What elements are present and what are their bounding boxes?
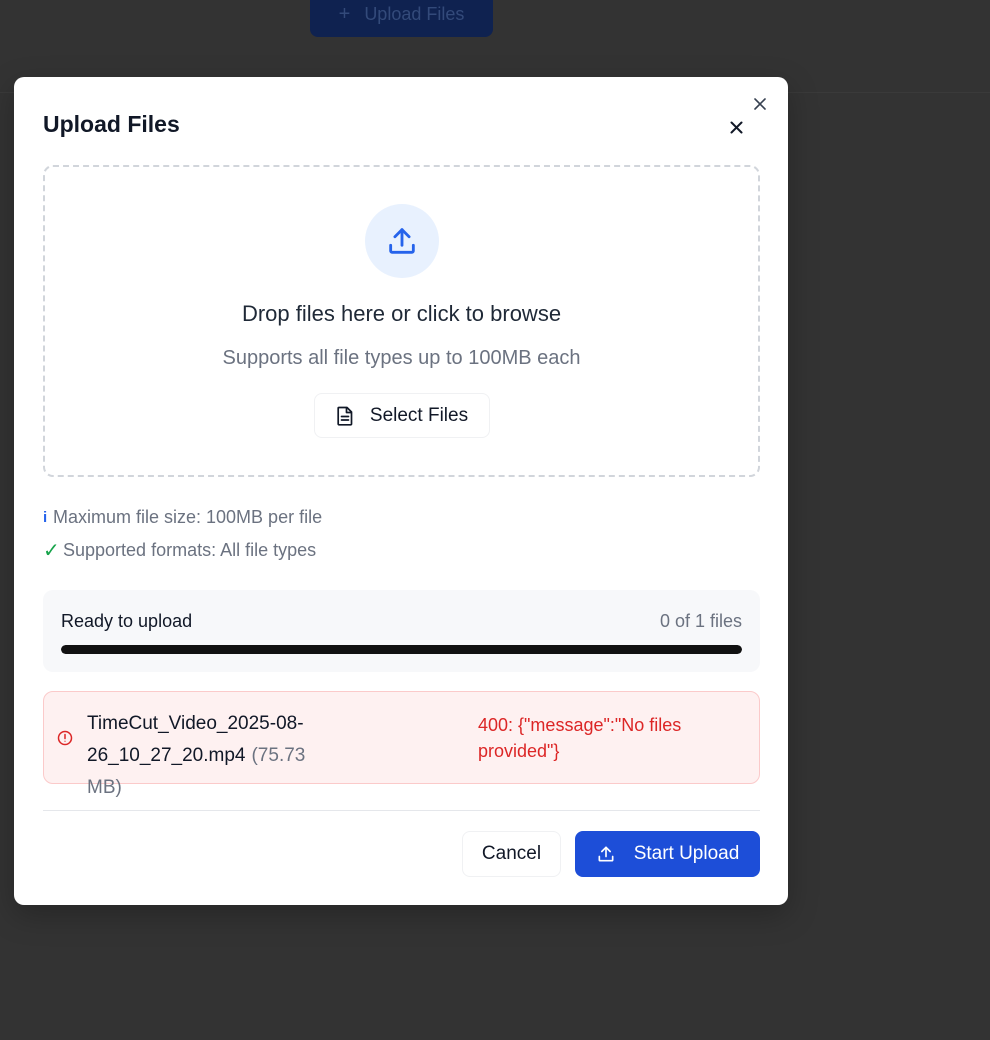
progress-count: 0 of 1 files: [659, 611, 742, 631]
document-icon: [337, 406, 353, 426]
upload-icon-circle: [365, 204, 439, 278]
formats-text: Supported formats: All file types: [63, 540, 317, 560]
close-icon: [730, 121, 742, 133]
select-files-label: Select Files: [369, 404, 469, 426]
formats-info: ✓ Supported formats: All file types: [43, 538, 316, 563]
close-button[interactable]: [725, 115, 747, 139]
cancel-label: Cancel: [481, 843, 542, 864]
close-icon: [754, 98, 766, 110]
upload-icon: [389, 228, 415, 254]
background-upload-button: + Upload Files: [310, 0, 493, 37]
info-icon: i: [43, 509, 48, 526]
select-files-button[interactable]: Select Files: [314, 393, 490, 438]
background-upload-label: Upload Files: [364, 4, 465, 24]
file-list-item: TimeCut_Video_2025-08-26_10_27_20.mp4 (75…: [43, 691, 760, 798]
progress-status: Ready to upload: [61, 611, 193, 631]
dropzone-subtitle: Supports all file types up to 100MB each: [222, 347, 581, 369]
file-error-message: 400: {"message":"No files provided"}: [478, 715, 682, 761]
plus-icon: +: [338, 3, 351, 25]
upload-files-dialog: Upload Files Drop files here or click to…: [14, 77, 788, 905]
check-icon: ✓: [43, 540, 60, 562]
file-dropzone[interactable]: Drop files here or click to browse Suppo…: [43, 165, 760, 477]
file-name-block: TimeCut_Video_2025-08-26_10_27_20.mp4 (75…: [87, 708, 327, 804]
upload-progress-panel: Ready to upload 0 of 1 files: [43, 590, 760, 672]
alert-circle-icon: [57, 730, 73, 746]
max-size-info: i Maximum file size: 100MB per file: [43, 507, 322, 528]
upload-icon: [598, 846, 614, 862]
progress-bar: [61, 645, 742, 654]
max-size-text: Maximum file size: 100MB per file: [53, 507, 323, 527]
dialog-title: Upload Files: [43, 111, 180, 137]
dialog-close-button[interactable]: [750, 92, 770, 116]
progress-bar-fill: [61, 645, 742, 654]
cancel-button[interactable]: Cancel: [462, 831, 561, 877]
start-upload-label: Start Upload: [633, 843, 740, 864]
start-upload-button[interactable]: Start Upload: [575, 831, 760, 877]
footer-divider: [43, 810, 760, 811]
dropzone-title: Drop files here or click to browse: [241, 301, 562, 326]
